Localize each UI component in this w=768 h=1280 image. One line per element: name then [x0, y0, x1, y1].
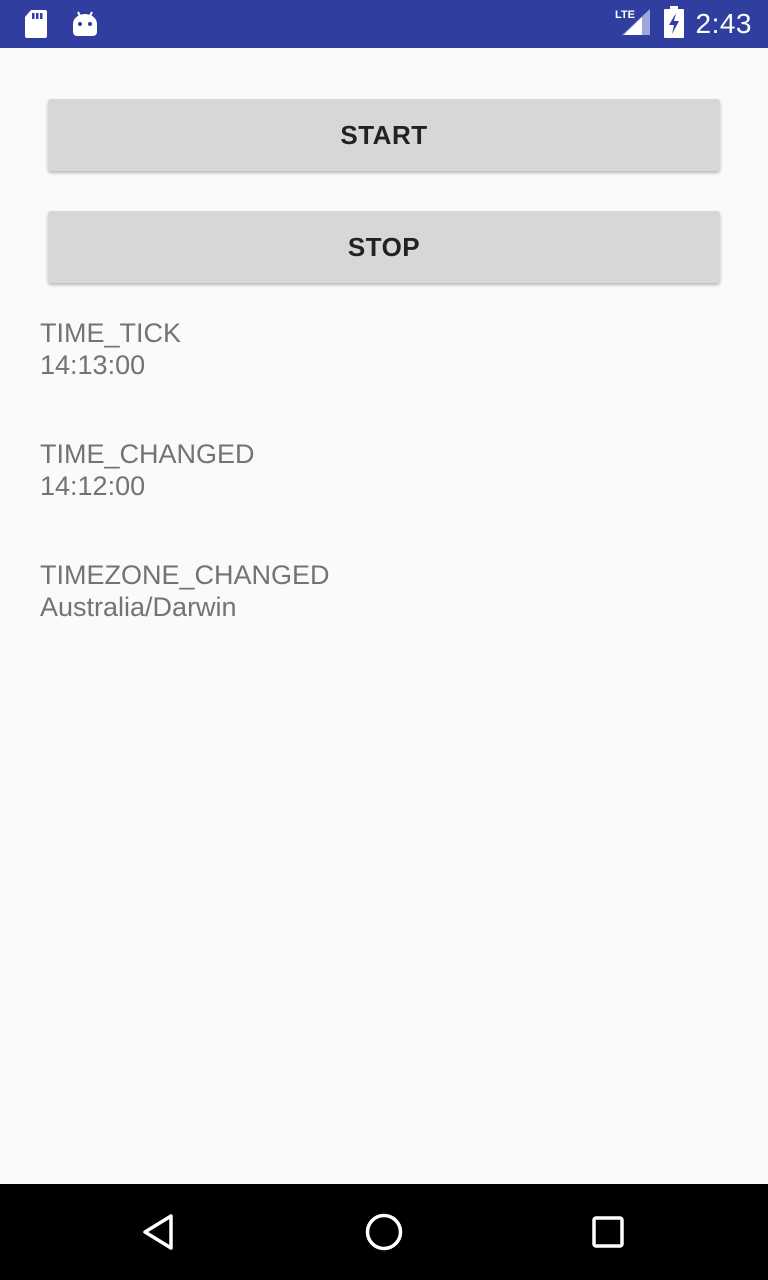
system-icons: LTE 2:43 — [614, 0, 753, 48]
sd-card-icon — [24, 9, 48, 44]
time-changed-label: TIME_CHANGED — [40, 439, 255, 469]
back-button[interactable] — [136, 1208, 184, 1256]
time-changed-value: 14:12:00 — [40, 471, 146, 501]
recents-button[interactable] — [584, 1208, 632, 1256]
time-tick-label: TIME_TICK — [40, 318, 182, 348]
navigation-bar — [0, 1184, 768, 1280]
timezone-changed-label: TIMEZONE_CHANGED — [40, 560, 330, 590]
battery-charging-icon — [663, 5, 684, 43]
timezone-changed-info: TIMEZONE_CHANGED Australia/Darwin — [40, 559, 330, 623]
home-button[interactable] — [360, 1208, 408, 1256]
android-icon — [72, 10, 98, 43]
lte-signal-icon: LTE — [614, 7, 652, 42]
time-tick-info: TIME_TICK 14:13:00 — [40, 317, 181, 381]
stop-button[interactable]: STOP — [48, 211, 720, 283]
time-tick-value: 14:13:00 — [40, 350, 146, 380]
start-button[interactable]: START — [48, 99, 720, 171]
status-bar: LTE 2:43 — [0, 0, 768, 48]
status-clock: 2:43 — [695, 8, 752, 39]
home-icon — [365, 1213, 403, 1251]
recents-icon — [592, 1216, 624, 1248]
lte-label: LTE — [615, 9, 635, 21]
timezone-changed-value: Australia/Darwin — [40, 592, 237, 622]
time-changed-info: TIME_CHANGED 14:12:00 — [40, 438, 255, 502]
notification-icons — [24, 9, 98, 44]
back-icon — [143, 1214, 173, 1250]
main-content: START STOP TIME_TICK 14:13:00 TIME_CHANG… — [0, 48, 768, 1184]
